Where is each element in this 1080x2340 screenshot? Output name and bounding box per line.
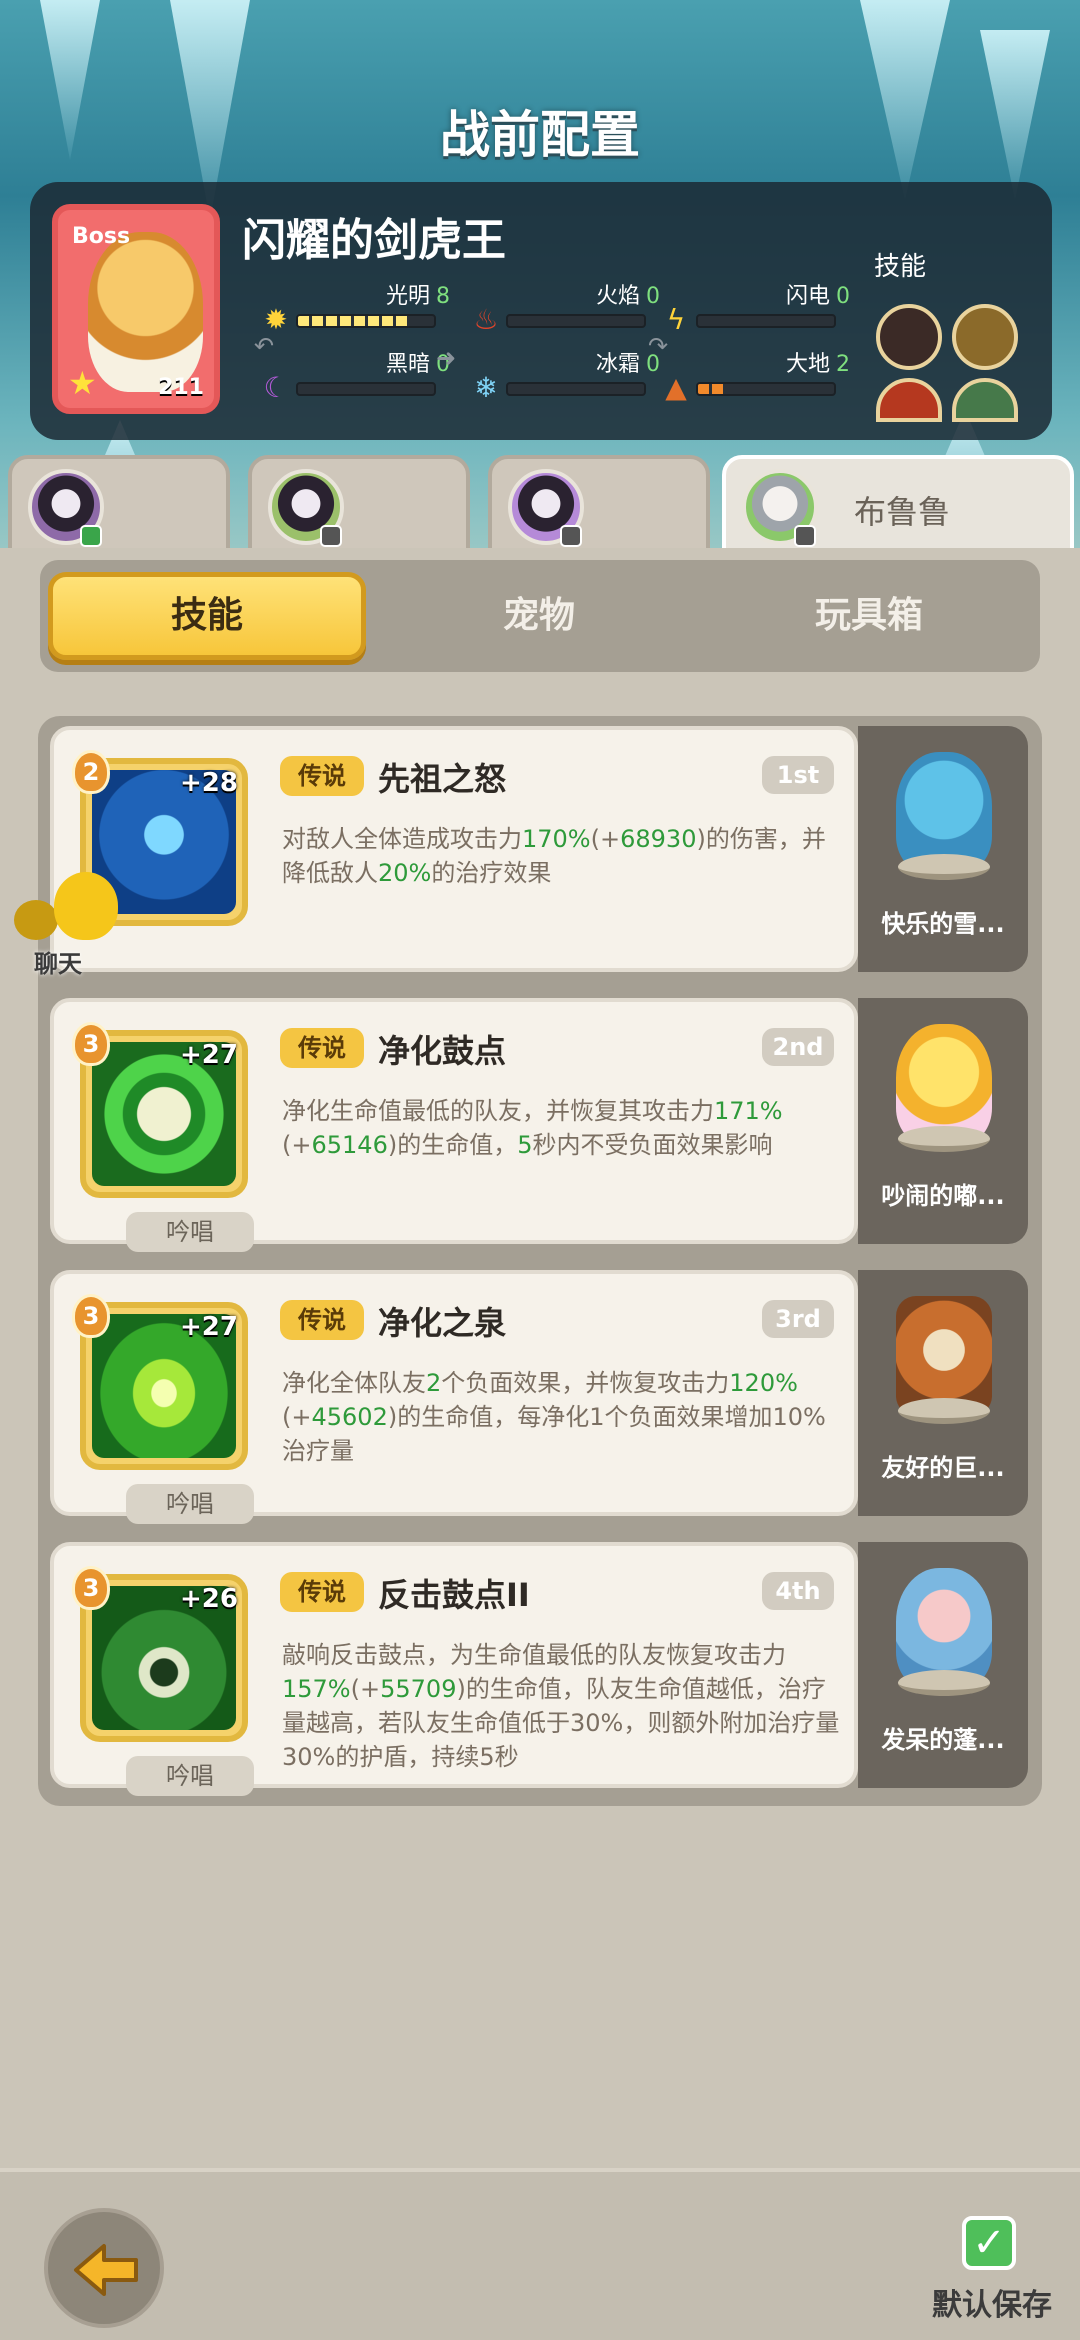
back-button[interactable] — [44, 2208, 164, 2328]
element-bar — [506, 314, 646, 328]
chant-label: 吟唱 — [126, 1756, 254, 1796]
back-arrow-icon — [74, 2244, 138, 2296]
mountain-icon: ▲ — [665, 371, 687, 404]
boss-face-image — [88, 232, 203, 392]
skill-level-badge: 3 — [72, 1022, 110, 1066]
element-bar — [296, 382, 436, 396]
bottom-bar: ✓ 默认保存 — [0, 2168, 1080, 2340]
category-tabs: 技能 宠物 玩具箱 — [40, 560, 1040, 672]
element-fire: 火焰 0 ♨ — [470, 278, 690, 338]
pet-name: 友好的巨... — [881, 1454, 1005, 1482]
skill-bonus: +27 — [180, 1312, 238, 1342]
skill-card[interactable]: 3 +27 吟唱 传说 净化之泉 3rd 净化全体队友2个负面效果，并恢复攻击力… — [50, 1270, 858, 1524]
boss-portrait[interactable]: Boss ★ 211 — [52, 204, 220, 414]
hero-tab-3[interactable] — [488, 455, 710, 555]
rarity-tag: 传说 — [280, 1300, 364, 1340]
element-bar — [696, 382, 836, 396]
hero-status-icon — [560, 525, 582, 547]
skill-name: 净化鼓点 — [378, 1032, 507, 1070]
boss-skill-icon[interactable] — [876, 304, 942, 370]
boss-level: 211 — [158, 375, 204, 400]
tab-skills[interactable]: 技能 — [48, 572, 366, 660]
element-bar — [296, 314, 436, 328]
pet-pedestal — [898, 1398, 990, 1424]
pet-pedestal — [898, 1670, 990, 1696]
skill-card[interactable]: 2 +28 传说 先祖之怒 1st 对敌人全体造成攻击力170%(+68930)… — [50, 726, 858, 972]
skill-rank: 1st — [762, 756, 834, 794]
skill-level-badge: 3 — [72, 1566, 110, 1610]
skill-description: 净化全体队友2个负面效果，并恢复攻击力120%(+45602)的生命值，每净化1… — [282, 1369, 826, 1465]
page-title: 战前配置 — [440, 106, 640, 164]
skill-card[interactable]: 3 +26 吟唱 传说 反击鼓点II 4th 敲响反击鼓点，为生命值最低的队友恢… — [50, 1542, 858, 1796]
element-light: 光明 8 ✹ — [260, 278, 480, 338]
skill-name: 先祖之怒 — [378, 760, 507, 798]
cycle-arrow-icon: ↷ — [648, 332, 669, 360]
skill-description: 对敌人全体造成攻击力170%(+68930)的伤害，并降低敌人20%的治疗效果 — [282, 825, 826, 887]
pet-slot[interactable]: 吵闹的嘟... — [858, 998, 1028, 1244]
pet-pedestal — [898, 1126, 990, 1152]
chat-bubble-icon — [14, 900, 58, 940]
main-area: 技能 宠物 玩具箱 2 +28 传说 先祖之怒 1st 对敌人全体造成攻击力17… — [0, 548, 1080, 2168]
skill-level-badge: 2 — [72, 750, 110, 794]
boss-name: 闪耀的剑虎王 — [242, 215, 506, 266]
snowflake-icon: ❄ — [474, 371, 498, 404]
skill-description: 敲响反击鼓点，为生命值最低的队友恢复攻击力157%(+55709)的生命值，队友… — [282, 1641, 840, 1771]
skill-rank: 4th — [762, 1572, 834, 1610]
skill-rank: 3rd — [762, 1300, 834, 1338]
boss-skills-label: 技能 — [874, 252, 927, 282]
hero-tab-name: 布鲁鲁 — [854, 493, 951, 531]
chat-label: 聊天 — [34, 950, 82, 978]
chant-label: 吟唱 — [126, 1484, 254, 1524]
hero-status-icon — [320, 525, 342, 547]
pet-name: 快乐的雪... — [881, 910, 1005, 938]
skill-name: 净化之泉 — [378, 1304, 507, 1342]
boss-badge: Boss — [72, 224, 131, 249]
boss-skill-icon[interactable] — [952, 304, 1018, 370]
skill-description: 净化生命值最低的队友，并恢复其攻击力171%(+65146)的生命值，5秒内不受… — [282, 1097, 783, 1159]
chat-bubble-icon — [54, 872, 118, 940]
element-bar — [696, 314, 836, 328]
rarity-tag: 传说 — [280, 1572, 364, 1612]
skill-name: 反击鼓点II — [378, 1576, 530, 1614]
cycle-arrow-icon: ↶ — [254, 332, 275, 360]
fire-icon: ♨ — [473, 303, 499, 336]
element-lightning: 闪电 0 ϟ — [660, 278, 880, 338]
rarity-tag: 传说 — [280, 1028, 364, 1068]
skill-card[interactable]: 3 +27 吟唱 传说 净化鼓点 2nd 净化生命值最低的队友，并恢复其攻击力1… — [50, 998, 858, 1252]
boss-panel: Boss ★ 211 闪耀的剑虎王 光明 8 ✹ 火焰 0 ♨ 闪电 0 ϟ 黑暗 0 … — [30, 182, 1052, 440]
tab-pets[interactable]: 宠物 — [380, 572, 698, 660]
skill-rank: 2nd — [762, 1028, 834, 1066]
skill-level-badge: 3 — [72, 1294, 110, 1338]
boss-skill-icon[interactable] — [952, 378, 1018, 422]
cycle-arrow-icon: ➜ — [436, 344, 457, 372]
skill-bonus: +28 — [180, 768, 238, 798]
moon-icon: ☾ — [263, 371, 289, 404]
hero-status-icon — [80, 525, 102, 547]
pet-name: 发呆的蓬... — [881, 1726, 1005, 1754]
hero-status-icon — [794, 525, 816, 547]
rarity-tag: 传说 — [280, 756, 364, 796]
chant-label: 吟唱 — [126, 1212, 254, 1252]
pet-slot[interactable]: 友好的巨... — [858, 1270, 1028, 1516]
pet-name: 吵闹的嘟... — [881, 1182, 1005, 1210]
boss-skill-icon[interactable] — [876, 378, 942, 422]
pet-pedestal — [898, 854, 990, 880]
element-earth: 大地 2 ▲ — [660, 346, 880, 406]
pet-slot[interactable]: 发呆的蓬... — [858, 1542, 1028, 1788]
chat-button[interactable]: 聊天 — [14, 872, 124, 982]
skill-bonus: +27 — [180, 1040, 238, 1070]
element-bar — [506, 382, 646, 396]
tab-toybox[interactable]: 玩具箱 — [710, 572, 1028, 660]
hero-tab-1[interactable] — [8, 455, 230, 555]
skill-bonus: +26 — [180, 1584, 238, 1614]
pet-slot[interactable]: 快乐的雪... — [858, 726, 1028, 972]
default-save-checkbox[interactable]: ✓ — [962, 2216, 1016, 2270]
skill-list: 2 +28 传说 先祖之怒 1st 对敌人全体造成攻击力170%(+68930)… — [38, 716, 1042, 1806]
star-icon: ★ — [68, 364, 97, 402]
default-save-label: 默认保存 — [932, 2288, 1052, 2323]
hero-tab-2[interactable] — [248, 455, 470, 555]
hero-tab-4[interactable]: 布鲁鲁 — [722, 455, 1074, 555]
